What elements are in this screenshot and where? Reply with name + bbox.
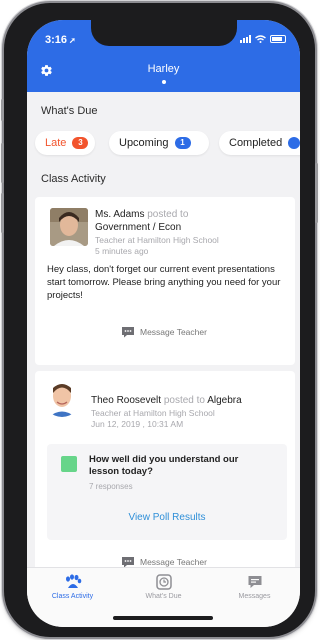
whats-due-heading: What's Due (41, 105, 98, 117)
teacher-name-link[interactable]: Ms. Adams (95, 209, 144, 220)
message-icon (248, 576, 261, 588)
paw-icon (65, 574, 81, 588)
wifi-icon (255, 35, 266, 43)
completed-count-badge (288, 137, 300, 149)
home-indicator (113, 616, 213, 620)
signal-icon (240, 35, 251, 43)
tab-whats-due[interactable]: What's Due (118, 574, 209, 600)
late-count-badge: 3 (72, 137, 89, 149)
tab-messages-label: Messages (238, 593, 271, 600)
post-timestamp: 5 minutes ago (95, 246, 149, 256)
teacher-role: Teacher at Hamilton High School (91, 408, 215, 418)
message-teacher-label: Message Teacher (140, 557, 207, 567)
notch (91, 20, 237, 46)
filter-upcoming-button[interactable]: Upcoming 1 (109, 131, 209, 155)
location-arrow-icon: ➚ (69, 36, 76, 45)
post-header: Theo Roosevelt posted to Algebra (91, 395, 242, 406)
tab-class-activity[interactable]: Class Activity (27, 574, 118, 600)
poll-card[interactable]: How well did you understand our lesson t… (47, 444, 287, 540)
filter-completed-button[interactable]: Completed (219, 131, 300, 155)
filter-late-label: Late (45, 137, 67, 149)
teacher-role: Teacher at Hamilton High School (95, 235, 219, 245)
page-title: Harley (147, 63, 180, 75)
class-name-link[interactable]: Government / Econ (95, 222, 181, 233)
screen: 3:16 ➚ Harley What's Due Late 3 Upcoming … (27, 20, 300, 627)
status-icons (240, 35, 286, 43)
upcoming-count-badge: 1 (174, 137, 191, 149)
tab-whats-due-label: What's Due (145, 593, 182, 600)
filter-late-button[interactable]: Late 3 (35, 131, 95, 155)
post-timestamp: Jun 12, 2019 , 10:31 AM (91, 419, 184, 429)
message-teacher-button[interactable]: Message Teacher (121, 326, 207, 338)
message-teacher-label: Message Teacher (140, 327, 207, 337)
class-activity-heading: Class Activity (41, 173, 106, 185)
clock-icon (155, 574, 172, 590)
teacher-avatar[interactable] (50, 208, 88, 246)
posted-to-text: posted to (147, 209, 189, 220)
posted-to-text: posted to (163, 395, 205, 406)
class-name-link[interactable]: Algebra (207, 395, 241, 406)
poll-question: How well did you understand our lesson t… (89, 454, 239, 477)
person-photo-icon (50, 208, 88, 246)
message-icon (122, 327, 134, 338)
phone-frame: 3:16 ➚ Harley What's Due Late 3 Upcoming … (1, 3, 318, 637)
battery-icon (270, 35, 286, 43)
tab-messages[interactable]: Messages (209, 574, 300, 600)
power-button (315, 163, 318, 223)
view-poll-results-link[interactable]: View Poll Results (47, 512, 287, 523)
volume-up-button (1, 143, 4, 183)
teacher-avatar[interactable] (43, 379, 81, 417)
filter-upcoming-label: Upcoming (119, 137, 169, 149)
activity-post-card: Theo Roosevelt posted to Algebra Teacher… (35, 371, 295, 571)
poll-icon (61, 456, 77, 472)
volume-down-button (1, 193, 4, 233)
person-photo-icon (43, 379, 81, 417)
post-header: Ms. Adams posted to (95, 209, 188, 220)
poll-response-count: 7 responses (89, 482, 133, 491)
filter-completed-label: Completed (229, 137, 283, 149)
status-time: 3:16 ➚ (45, 34, 76, 46)
post-body: Hey class, don't forget our current even… (47, 264, 281, 301)
page-indicator-dot (162, 80, 166, 84)
tab-class-activity-label: Class Activity (51, 593, 94, 600)
activity-post-card: Ms. Adams posted to Government / Econ Te… (35, 197, 295, 365)
mute-switch (1, 99, 4, 121)
teacher-name-link[interactable]: Theo Roosevelt (91, 395, 161, 406)
